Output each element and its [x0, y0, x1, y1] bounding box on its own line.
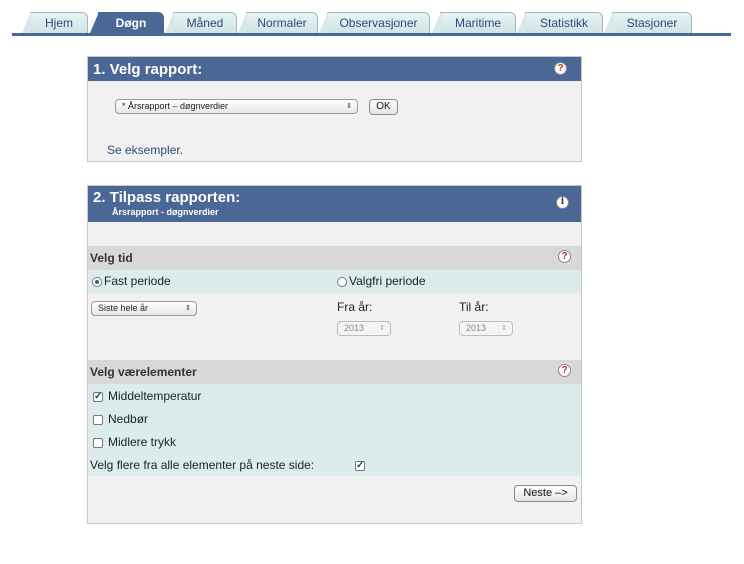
next-button[interactable]: Neste –> — [514, 485, 577, 502]
period-select[interactable]: Siste hele år ⇕ — [91, 301, 197, 316]
report-select[interactable]: * Årsrapport – døgnverdier ⇕ — [115, 99, 358, 114]
time-section-header: Velg tid ? — [88, 246, 581, 270]
midlere-trykk-label: Midlere trykk — [108, 435, 177, 449]
tab-maritime[interactable]: Maritime — [432, 12, 516, 33]
select-arrows-icon: ⇕ — [501, 325, 507, 332]
select-arrows-icon: ⇕ — [379, 325, 385, 332]
report-select-panel: 1. Velg rapport: ? * Årsrapport – døgnve… — [87, 56, 582, 162]
examples-link[interactable]: Se eksempler. — [107, 143, 183, 157]
panel1-header: 1. Velg rapport: ? — [88, 57, 581, 81]
tab-hjem[interactable]: Hjem — [22, 12, 88, 33]
nedbor-checkbox[interactable] — [93, 415, 103, 425]
customize-report-panel: 2. Tilpass rapporten: Årsrapport - døgnv… — [87, 185, 582, 524]
from-year-value: 2013 — [344, 323, 365, 333]
middeltemperatur-checkbox[interactable]: ✓ — [93, 392, 103, 402]
fixed-period-label: Fast periode — [104, 274, 171, 288]
midlere-trykk-checkbox[interactable] — [93, 438, 103, 448]
middeltemperatur-label: Middeltemperatur — [108, 389, 202, 403]
help-icon[interactable]: ? — [554, 62, 567, 75]
free-period-label: Valgfri periode — [349, 274, 426, 288]
main-tab-bar: Hjem Døgn Måned Normaler Observasjoner M… — [12, 12, 731, 36]
tab-underline — [12, 33, 731, 36]
from-year-select[interactable]: 2013 ⇕ — [337, 321, 391, 336]
tab-stasjoner[interactable]: Stasjoner — [604, 12, 692, 33]
period-select-value: Siste hele år — [98, 303, 149, 313]
select-arrows-icon: ⇕ — [346, 103, 352, 110]
tab-maned[interactable]: Måned — [165, 12, 237, 33]
fixed-period-radio[interactable] — [92, 277, 102, 287]
tab-statistikk[interactable]: Statistikk — [517, 12, 603, 33]
period-type-row: Fast periode Valgfri periode — [88, 270, 581, 293]
to-year-value: 2013 — [466, 323, 487, 333]
panel2-subtitle: Årsrapport - døgnverdier — [112, 207, 219, 217]
time-section-title: Velg tid — [90, 251, 133, 265]
time-help-icon[interactable]: ? — [558, 250, 571, 263]
ok-button[interactable]: OK — [369, 99, 398, 115]
elements-help-icon[interactable]: ? — [558, 364, 571, 377]
select-arrows-icon: ⇕ — [185, 305, 191, 312]
tab-normaler[interactable]: Normaler — [238, 12, 318, 33]
free-period-radio[interactable] — [337, 277, 347, 287]
elements-list: ✓ Middeltemperatur Nedbør Midlere trykk … — [88, 384, 581, 476]
to-year-label: Til år: — [459, 300, 489, 314]
elements-section-title: Velg værelementer — [90, 365, 197, 379]
panel2-title: 2. Tilpass rapporten: — [93, 189, 241, 206]
more-elements-label: Velg flere fra alle elementer på neste s… — [90, 458, 315, 472]
info-icon[interactable]: i — [556, 196, 569, 209]
panel1-title: 1. Velg rapport: — [93, 61, 203, 78]
report-select-value: * Årsrapport – døgnverdier — [122, 101, 229, 111]
tab-observasjoner[interactable]: Observasjoner — [319, 12, 430, 33]
from-year-label: Fra år: — [337, 300, 373, 314]
nedbor-label: Nedbør — [108, 412, 149, 426]
elements-section-header: Velg værelementer ? — [88, 360, 581, 384]
more-elements-checkbox[interactable]: ✓ — [355, 461, 365, 471]
panel2-header: 2. Tilpass rapporten: Årsrapport - døgnv… — [88, 186, 581, 222]
to-year-select[interactable]: 2013 ⇕ — [459, 321, 513, 336]
tab-dogn[interactable]: Døgn — [90, 12, 164, 33]
